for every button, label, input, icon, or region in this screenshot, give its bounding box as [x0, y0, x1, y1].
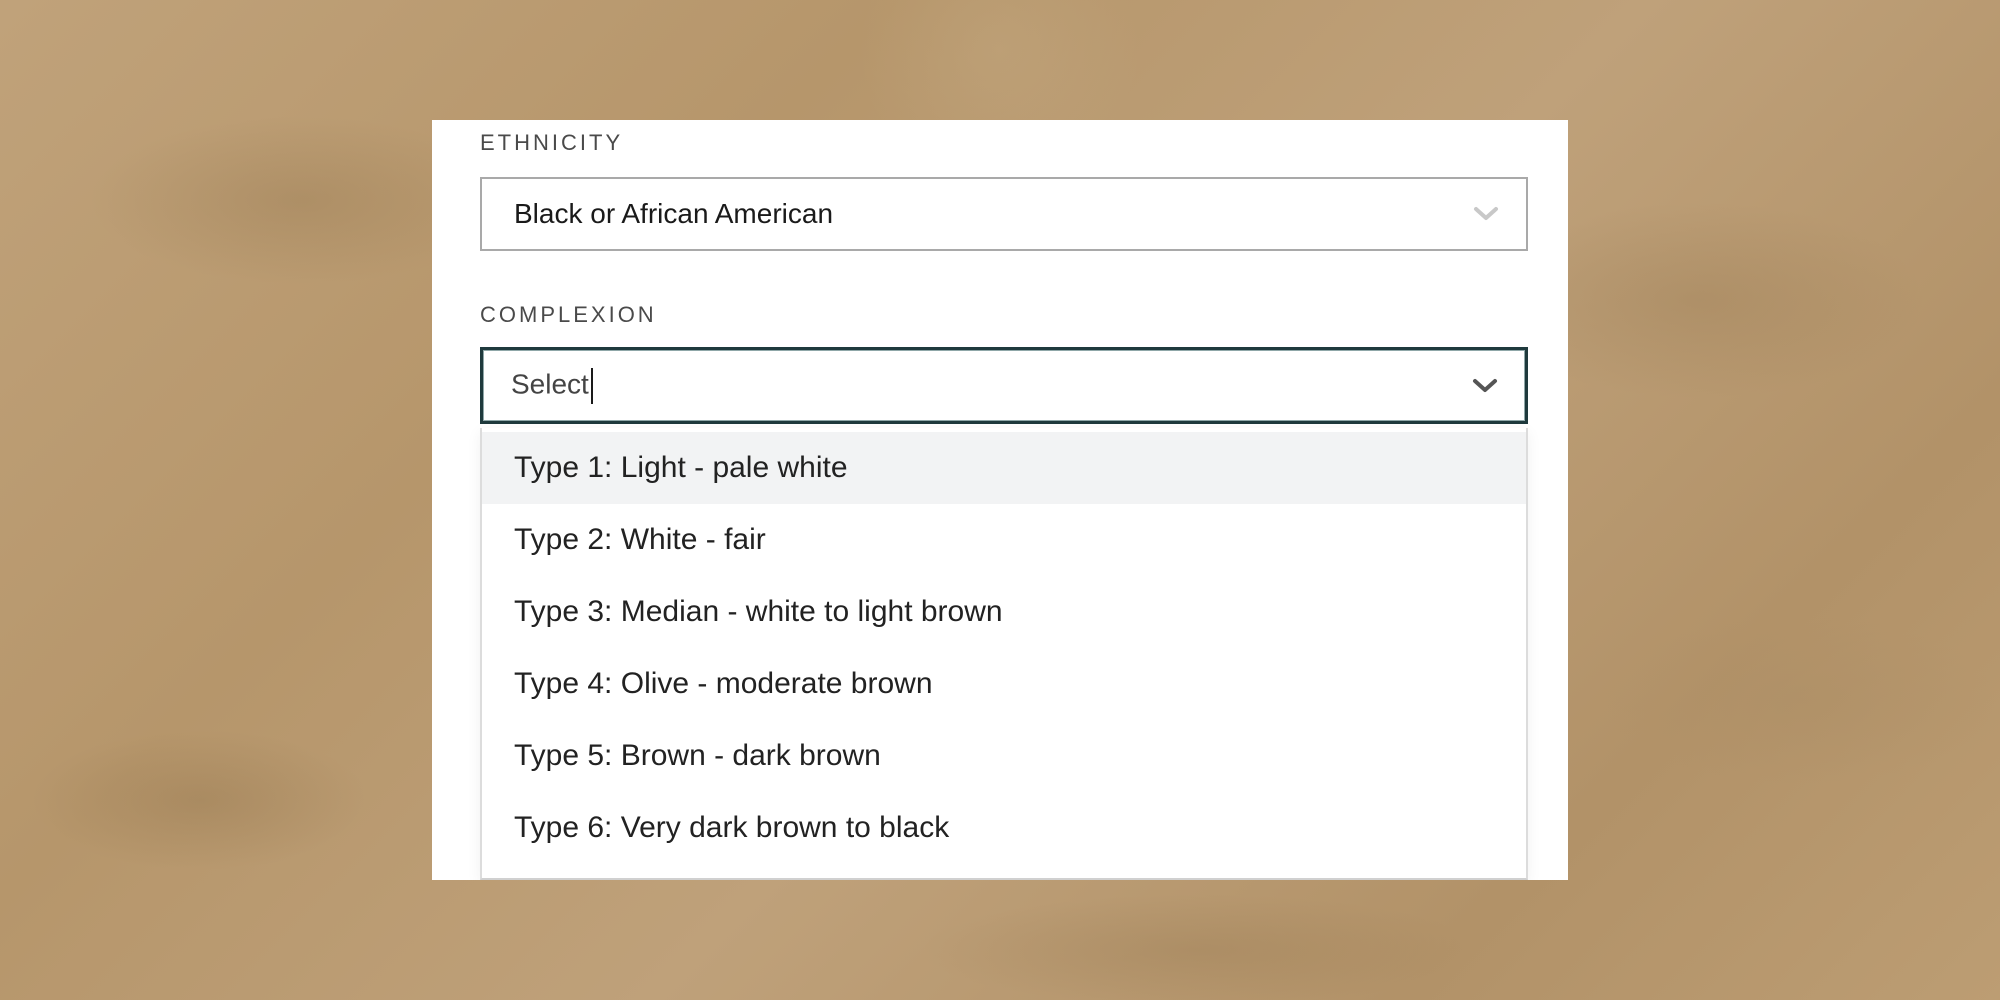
chevron-down-icon [1472, 204, 1500, 224]
dropdown-option[interactable]: Type 2: White - fair [482, 504, 1526, 576]
complexion-placeholder: Select [511, 367, 589, 399]
dropdown-option[interactable]: Type 1: Light - pale white [482, 432, 1526, 504]
chevron-down-icon[interactable] [1471, 376, 1499, 396]
dropdown-option[interactable]: Type 4: Olive - moderate brown [482, 648, 1526, 720]
text-cursor [590, 367, 593, 404]
dropdown-option[interactable]: Type 6: Very dark brown to black [482, 792, 1526, 864]
complexion-dropdown-menu: Type 1: Light - pale white Type 2: White… [480, 428, 1528, 880]
complexion-select[interactable]: Select [480, 347, 1528, 424]
ethnicity-select[interactable]: Black or African American [480, 177, 1528, 251]
complexion-select-input[interactable]: Select [511, 367, 593, 404]
dropdown-option[interactable]: Type 3: Median - white to light brown [482, 576, 1526, 648]
form-card: ETHNICITY Black or African American COMP… [432, 120, 1568, 880]
complexion-label: COMPLEXION [480, 302, 657, 327]
ethnicity-select-value: Black or African American [514, 198, 834, 229]
ethnicity-label: ETHNICITY [480, 130, 624, 155]
dropdown-option[interactable]: Type 5: Brown - dark brown [482, 720, 1526, 792]
